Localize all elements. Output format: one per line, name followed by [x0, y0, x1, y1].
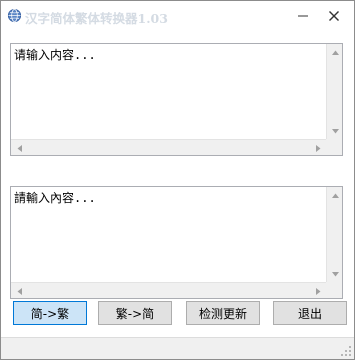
scroll-down-button[interactable]	[327, 123, 343, 139]
scroll-up-button[interactable]	[327, 44, 343, 60]
input-vertical-scrollbar[interactable]	[326, 44, 342, 139]
window-title: 汉字简体繁体转换器1.03	[25, 11, 168, 26]
chevron-down-icon	[331, 128, 339, 133]
scroll-left-button[interactable]	[11, 140, 27, 156]
app-window: 汉字简体繁体转换器1.03 请输入内容... 請輸入內容... 简->繁 繁->…	[0, 0, 355, 360]
chevron-right-icon	[315, 144, 320, 152]
close-icon	[329, 11, 339, 21]
simplified-to-traditional-button[interactable]: 简->繁	[13, 301, 87, 325]
output-textarea[interactable]: 請輸入內容...	[10, 186, 343, 299]
chevron-up-icon	[331, 193, 339, 198]
chevron-down-icon	[331, 271, 339, 276]
exit-button[interactable]: 退出	[273, 301, 347, 325]
close-button[interactable]	[321, 5, 347, 27]
scroll-right-button[interactable]	[310, 283, 326, 299]
status-bar	[1, 337, 354, 359]
resize-grip-icon[interactable]	[340, 345, 352, 357]
minimize-button[interactable]	[290, 5, 316, 27]
scroll-right-button[interactable]	[310, 140, 326, 156]
chevron-left-icon	[17, 144, 22, 152]
scroll-down-button[interactable]	[327, 266, 343, 282]
title-bar[interactable]: 汉字简体繁体转换器1.03	[1, 1, 354, 31]
chevron-left-icon	[17, 287, 22, 295]
input-horizontal-scrollbar[interactable]	[11, 139, 326, 155]
minimize-icon	[298, 15, 308, 17]
traditional-to-simplified-button[interactable]: 繁->简	[98, 301, 172, 325]
input-textarea[interactable]: 请输入内容...	[10, 43, 343, 156]
globe-icon	[7, 8, 22, 23]
scrollbar-corner	[326, 282, 342, 298]
input-text: 请输入内容...	[14, 48, 96, 62]
scroll-left-button[interactable]	[11, 283, 27, 299]
output-text: 請輸入內容...	[14, 191, 96, 205]
check-update-button[interactable]: 检测更新	[186, 301, 260, 325]
output-vertical-scrollbar[interactable]	[326, 187, 342, 282]
chevron-up-icon	[331, 50, 339, 55]
output-horizontal-scrollbar[interactable]	[11, 282, 326, 298]
scrollbar-corner	[326, 139, 342, 155]
scroll-up-button[interactable]	[327, 187, 343, 203]
chevron-right-icon	[315, 287, 320, 295]
